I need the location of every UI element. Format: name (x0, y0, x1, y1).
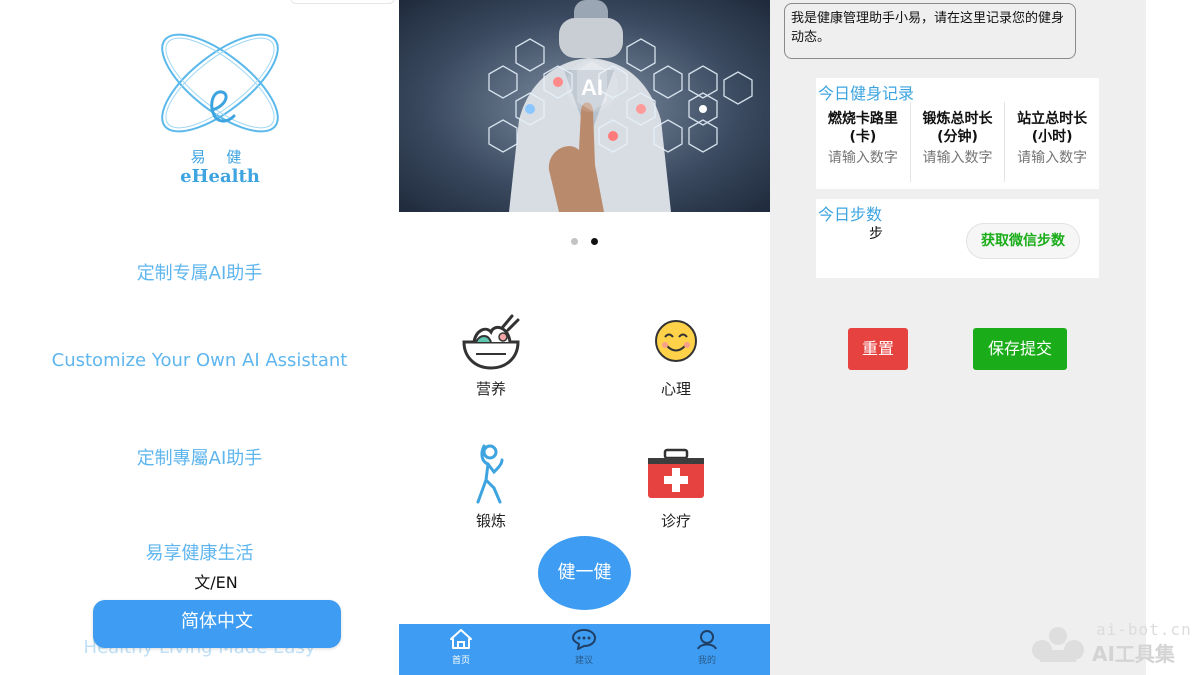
logo-english-text: eHealth (180, 166, 260, 187)
standing-duration-input[interactable] (1008, 150, 1097, 166)
tab-label: 首页 (451, 656, 470, 666)
today-fitness-title: 今日健身记录 (818, 84, 915, 103)
calories-column: 燃烧卡路里 (卡) (816, 102, 910, 182)
slogan-cn-simplified: 定制专属AI助手 (136, 263, 263, 284)
steps-unit-label: 步 (869, 226, 883, 242)
fitness-record-screen: 我是健康管理助手小易，请在这里记录您的健身动态。 今日健身记录 燃烧卡路里 (卡… (770, 0, 1146, 675)
splash-screen: 易 健 eHealth 定制专属AI助手 Customize Your Own … (0, 0, 399, 675)
today-fitness-card: 今日健身记录 燃烧卡路里 (卡) 锻炼总时长 (分钟) 站立总时长 (小时) (816, 78, 1099, 189)
today-steps-card: 今日步数 步 获取微信步数 (816, 199, 1099, 278)
chat-bubble-icon (571, 628, 597, 651)
carousel-dot[interactable] (570, 238, 578, 245)
assistant-message-bubble: 我是健康管理助手小易，请在这里记录您的健身动态。 (784, 3, 1076, 59)
watermark-name: AI工具集 (1092, 642, 1175, 666)
exercise-duration-unit: (分钟) (937, 129, 978, 145)
category-exercise[interactable]: 锻炼 (436, 442, 546, 531)
user-icon (697, 630, 717, 650)
standing-duration-header: 站立总时长 (1017, 111, 1088, 127)
tab-label: 我的 (697, 656, 716, 666)
exercise-duration-input[interactable] (913, 150, 1002, 166)
tab-home[interactable]: 首页 (431, 628, 491, 666)
smiley-face-icon (621, 310, 731, 372)
ehealth-logo: 易 健 eHealth (150, 28, 290, 188)
calories-header: 燃烧卡路里 (827, 111, 898, 127)
exercise-duration-header: 锻炼总时长 (922, 111, 993, 127)
logo-mark-icon (161, 33, 279, 133)
nutrition-bowl-icon (436, 310, 546, 372)
category-label: 诊疗 (660, 512, 691, 530)
watermark-logo-icon (1032, 627, 1084, 662)
category-nutrition[interactable]: 营养 (436, 310, 546, 399)
tab-label: 建议 (574, 656, 593, 666)
tab-mine[interactable]: 我的 (677, 628, 737, 666)
exercise-figure-icon (436, 442, 546, 504)
standing-duration-column: 站立总时长 (小时) (1004, 102, 1099, 182)
fitness-columns: 燃烧卡路里 (卡) 锻炼总时长 (分钟) 站立总时长 (小时) (816, 102, 1099, 182)
exercise-duration-column: 锻炼总时长 (分钟) (909, 102, 1005, 182)
category-psychology[interactable]: 心理 (621, 310, 731, 399)
medical-kit-icon (621, 442, 731, 504)
home-icon (450, 629, 472, 649)
category-label: 锻炼 (475, 512, 506, 530)
calories-input[interactable] (818, 150, 907, 166)
home-screen: AI 营养 心理 锻炼 诊疗 健一健 首页 建议 我的 (399, 0, 770, 675)
watermark-url: ai-bot.cn (1096, 620, 1192, 639)
screenshot-stage: 易 健 eHealth 定制专属AI助手 Customize Your Own … (0, 0, 1200, 675)
category-label: 营养 (475, 380, 506, 398)
carousel-dot-active[interactable] (591, 238, 599, 245)
watermark: ai-bot.cn AI工具集 (1030, 620, 1200, 670)
banner-image[interactable]: AI (399, 0, 770, 212)
today-steps-title: 今日步数 (818, 205, 883, 224)
slogan-en: Customize Your Own AI Assistant (51, 350, 348, 371)
logo-chinese-text: 易 健 (190, 148, 250, 166)
reset-button[interactable]: 重置 (848, 328, 908, 370)
bottom-tab-bar: 首页 建议 我的 (399, 624, 770, 675)
slogan-healthy-life-cn: 易享健康生活 (145, 543, 254, 564)
category-label: 心理 (660, 380, 691, 398)
top-capsule (290, 0, 395, 4)
category-diagnosis[interactable]: 诊疗 (621, 442, 731, 531)
save-submit-button[interactable]: 保存提交 (973, 328, 1067, 370)
carousel-indicator (399, 230, 770, 249)
slogan-cn-traditional: 定制專屬AI助手 (136, 448, 263, 469)
standing-duration-unit: (小时) (1031, 129, 1073, 145)
tab-advice[interactable]: 建议 (554, 628, 614, 666)
calories-unit: (卡) (849, 129, 877, 145)
ai-doctor-illustration: AI (399, 0, 770, 212)
language-select-button[interactable]: 简体中文 (93, 600, 341, 648)
language-toggle-label[interactable]: 文/EN (0, 569, 399, 593)
get-wechat-steps-button[interactable]: 获取微信步数 (966, 223, 1080, 259)
fitness-action-button[interactable]: 健一健 (538, 536, 631, 610)
